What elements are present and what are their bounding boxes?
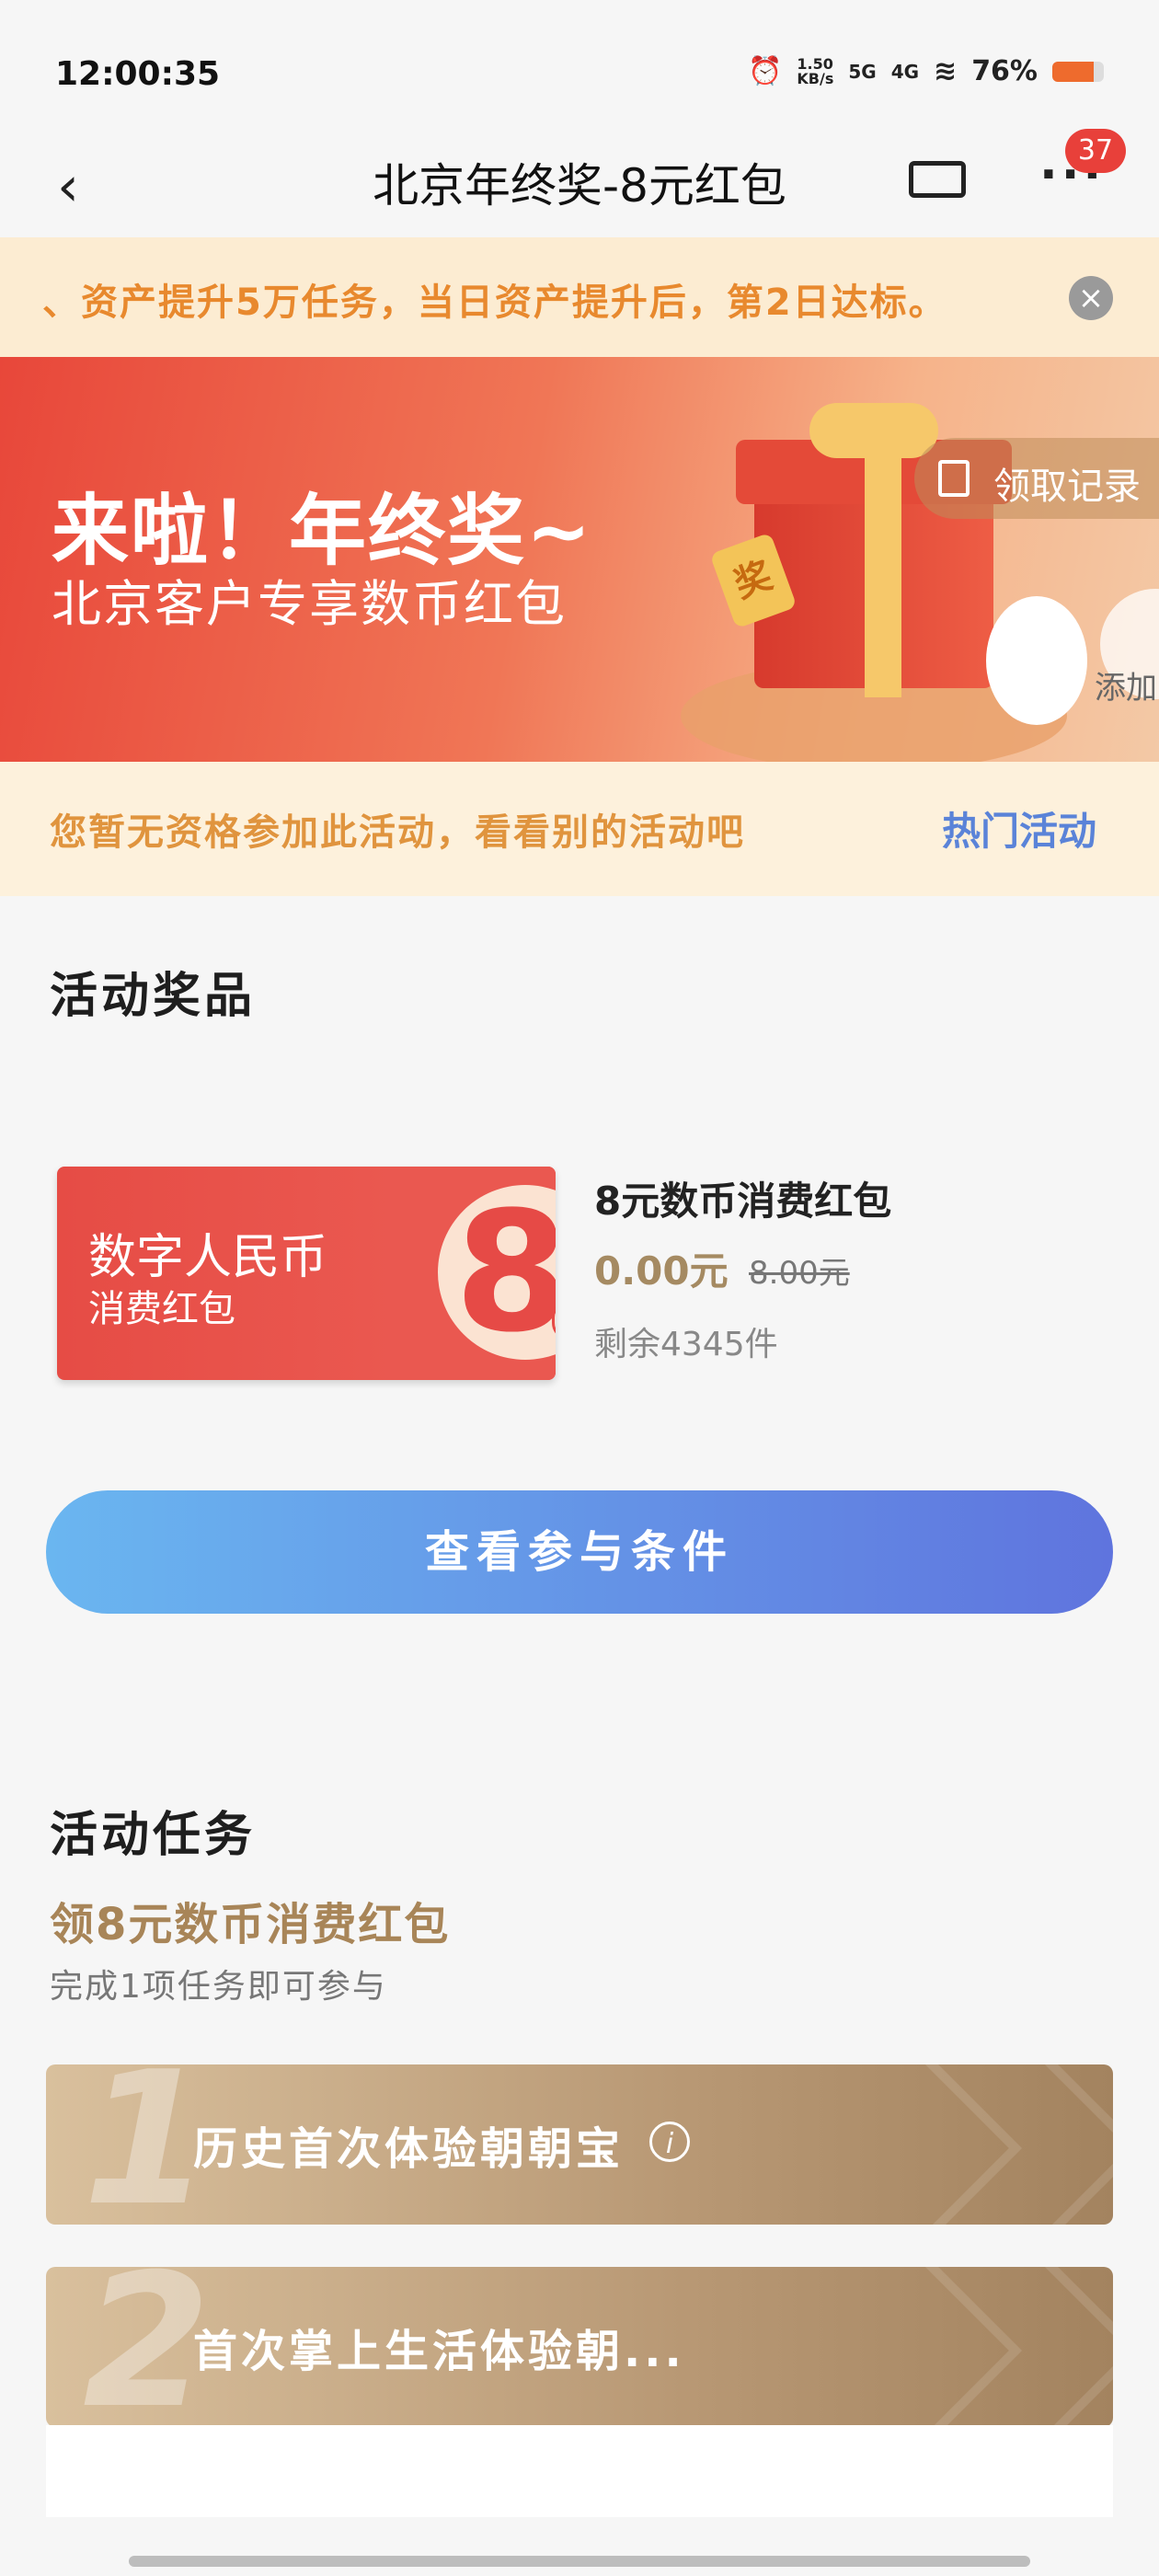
net-speed: 1.50 KB/s <box>797 54 834 87</box>
banner-subhead: 北京客户专享数币红包 <box>52 575 567 633</box>
notification-badge: 37 <box>1065 129 1126 173</box>
task-number: 1 <box>83 2064 212 2225</box>
gift-ribbon <box>865 431 901 697</box>
task-card[interactable]: 2 首次掌上生活体验朝... <box>46 2267 1113 2427</box>
status-time: 12:00:35 <box>55 55 221 93</box>
task-card[interactable]: 1 历史首次体验朝朝宝 <box>46 2064 1113 2225</box>
chevron-decoration <box>946 2064 1113 2225</box>
mascot-cat <box>986 596 1087 725</box>
prizes-section-title: 活动奖品 <box>50 969 257 1024</box>
signal-5g-icon: 5G <box>848 60 877 83</box>
coupon-subtitle: 消费红包 <box>88 1288 235 1330</box>
add-label[interactable]: 添加 <box>1095 662 1157 707</box>
prize-stock: 剩余4345件 <box>594 1326 778 1363</box>
info-icon[interactable]: i <box>649 2122 690 2162</box>
eligibility-text: 您暂无资格参加此活动，看看别的活动吧 <box>50 811 745 854</box>
task-number: 2 <box>83 2267 212 2427</box>
notice-text: 、资产提升5万任务，当日资产提升后，第2日达标。 <box>42 282 947 324</box>
tasks-section-title: 活动任务 <box>50 1808 257 1863</box>
task-detail-card <box>46 2425 1113 2517</box>
view-conditions-label[interactable]: 查看参与条件 <box>46 1490 1113 1614</box>
signal-4g-icon: 4G <box>890 60 920 83</box>
status-icons: ⏰ 1.50 KB/s 5G 4G ≋ 76% <box>748 55 1104 87</box>
page-title: 北京年终奖-8元红包 <box>373 159 786 213</box>
hot-activities-link[interactable]: 热门活动 <box>942 800 1096 857</box>
gift-bow <box>809 403 938 458</box>
record-label[interactable]: 领取记录 <box>993 456 1141 510</box>
tasks-subtitle: 领8元数币消费红包 <box>50 1899 451 1950</box>
chevron-decoration <box>946 2267 1113 2427</box>
battery-percent: 76% <box>971 55 1038 87</box>
coupon-amount: 8 <box>454 1177 556 1369</box>
task-label: 历史首次体验朝朝宝 <box>193 2123 625 2175</box>
tasks-note: 完成1项任务即可参与 <box>50 1968 387 2006</box>
receipt-icon <box>938 460 970 497</box>
coupon-card: 8 元 数字人民币 消费红包 <box>57 1167 556 1380</box>
wifi-icon: ≋ <box>934 55 958 87</box>
prize-price: 0.00元 <box>594 1248 729 1294</box>
home-indicator[interactable] <box>129 2556 1030 2567</box>
promo-banner: 来啦！年终奖~ 北京客户专享数币红包 奖 领取记录 添加 <box>0 357 1159 762</box>
prize-original-price: 8.00元 <box>749 1255 850 1292</box>
close-icon[interactable]: × <box>1069 276 1113 320</box>
prize-name: 8元数币消费红包 <box>594 1179 892 1224</box>
coupon-title: 数字人民币 <box>88 1230 328 1285</box>
ticket-icon[interactable] <box>909 161 966 198</box>
task-label: 首次掌上生活体验朝... <box>193 2326 685 2377</box>
battery-icon <box>1052 61 1104 82</box>
alarm-icon: ⏰ <box>748 55 783 87</box>
